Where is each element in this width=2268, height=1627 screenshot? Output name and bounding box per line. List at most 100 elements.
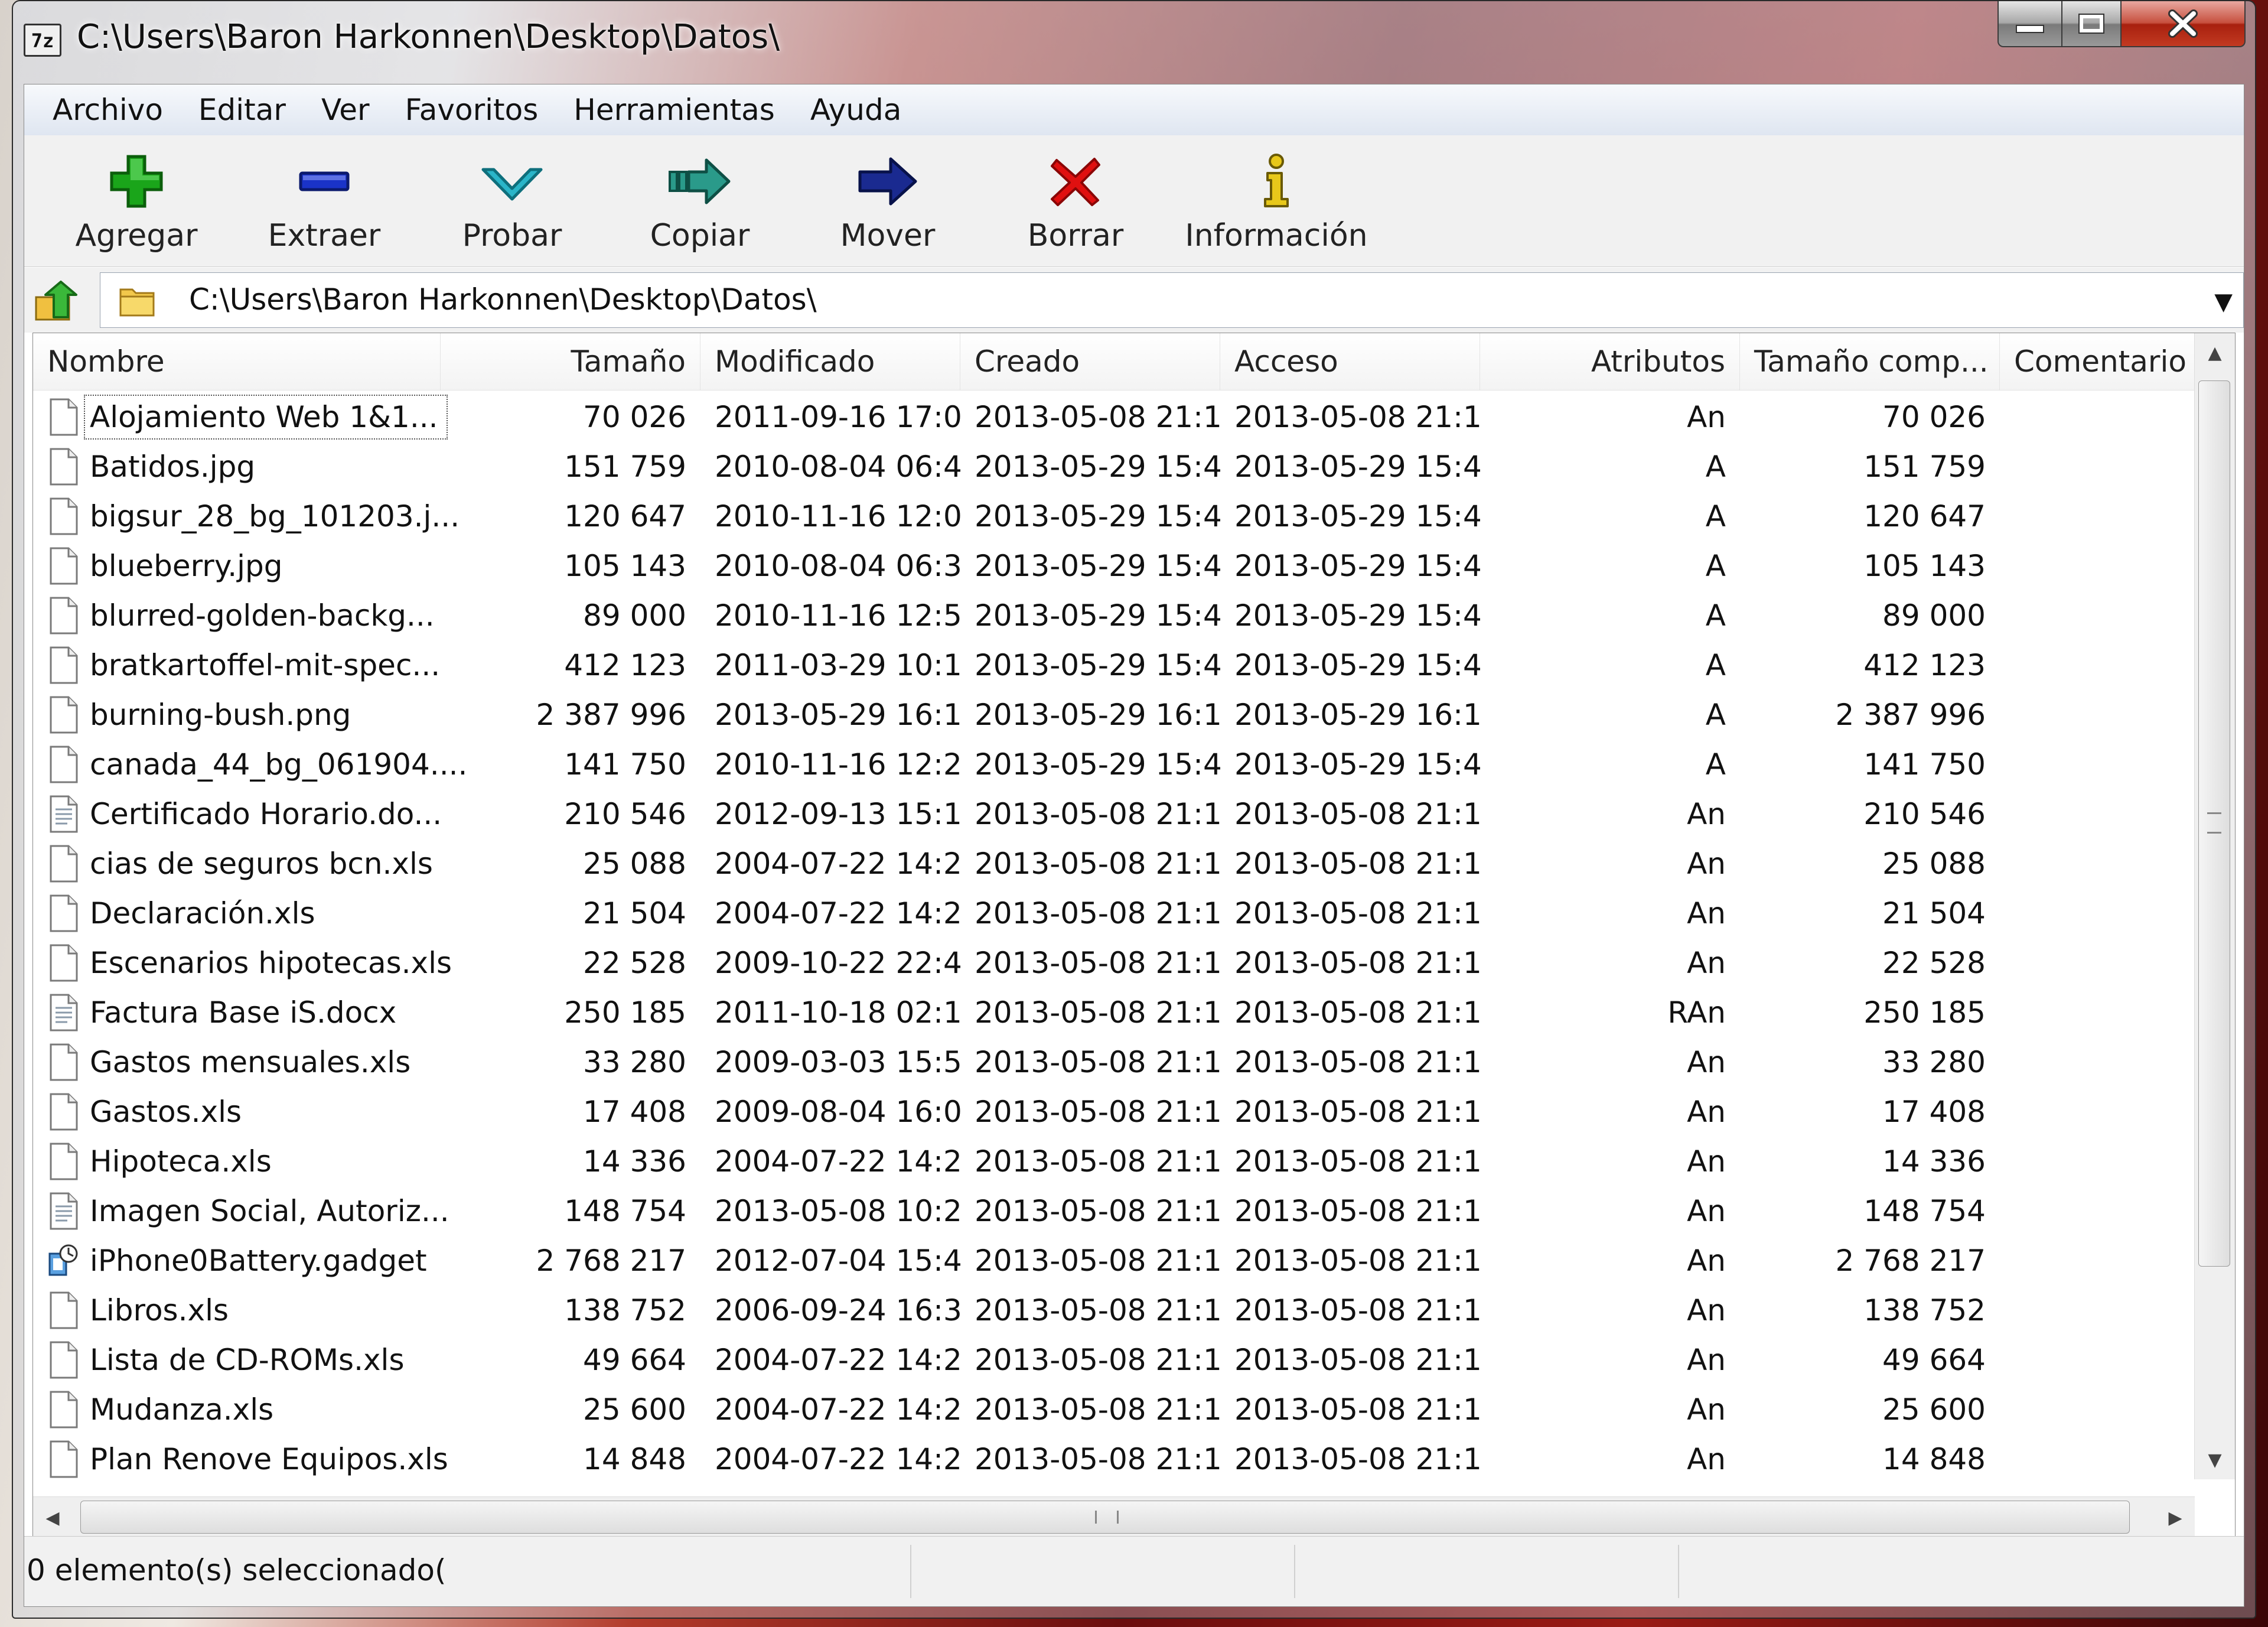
cell-modified: 2011-03-29 10:17	[715, 648, 960, 682]
cell-modified: 2012-07-04 15:49	[715, 1244, 960, 1278]
file-row[interactable]: Factura Base iS.docx 250 185 2011-10-18 02…	[33, 988, 2195, 1037]
cell-packed-size: 250 185	[1863, 995, 1986, 1030]
col-modificado[interactable]: Modificado	[700, 333, 960, 390]
info-button[interactable]: Información	[1170, 146, 1383, 264]
cell-packed-size: 70 026	[1882, 400, 1986, 434]
file-row[interactable]: Escenarios hipotecas.xls 22 528 2009-10-22…	[33, 938, 2195, 988]
extract-button[interactable]: Extraer	[236, 146, 413, 264]
delete-button[interactable]: Borrar	[987, 146, 1164, 264]
menu-favoritos[interactable]: Favoritos	[387, 93, 556, 127]
minimize-button[interactable]	[1997, 1, 2062, 47]
scroll-left-icon[interactable]: ◀	[33, 1497, 72, 1538]
file-row[interactable]: Hipoteca.xls 14 336 2004-07-22 14:24 2013-0…	[33, 1137, 2195, 1186]
cell-attributes: RAn	[1667, 995, 1726, 1030]
file-row[interactable]: Lista de CD-ROMs.xls 49 664 2004-07-22 14:…	[33, 1335, 2195, 1385]
file-icon	[50, 448, 78, 486]
menu-ver[interactable]: Ver	[304, 93, 387, 127]
cell-packed-size: 14 336	[1882, 1144, 1986, 1179]
cell-accessed: 2013-05-08 21:14	[1234, 1045, 1480, 1079]
path-dropdown-icon[interactable]: ▼	[2214, 288, 2233, 315]
cell-packed-size: 17 408	[1882, 1095, 1986, 1129]
file-row[interactable]: Mudanza.xls 25 600 2004-07-22 14:24 2013-05…	[33, 1385, 2195, 1434]
cell-size: 151 759	[564, 450, 686, 484]
cell-attributes: An	[1687, 797, 1726, 831]
add-button[interactable]: Agregar	[48, 146, 225, 264]
cell-name: blueberry.jpg	[90, 549, 283, 583]
delete-x-icon	[1051, 158, 1100, 206]
file-row[interactable]: Certificado Horario.do... 210 546 2012-09-…	[33, 789, 2195, 839]
cell-modified: 2004-07-22 14:24	[715, 896, 960, 930]
file-row[interactable]: Plan Renove Equipos.xls 14 848 2004-07-22 …	[33, 1434, 2195, 1484]
cell-created: 2013-05-08 21:14	[975, 1144, 1220, 1179]
cell-name: Factura Base iS.docx	[90, 995, 397, 1030]
cell-created: 2013-05-08 21:14	[975, 1343, 1220, 1377]
path-text: C:\Users\Baron Harkonnen\Desktop\Datos\	[189, 282, 817, 317]
col-atributos[interactable]: Atributos	[1480, 333, 1740, 390]
file-icon	[50, 398, 78, 436]
cell-packed-size: 105 143	[1863, 549, 1986, 583]
move-button[interactable]: Mover	[799, 146, 976, 264]
file-row[interactable]: blurred-golden-backg... 89 000 2010-11-16 …	[33, 591, 2195, 640]
menu-editar[interactable]: Editar	[181, 93, 304, 127]
cell-created: 2013-05-08 21:14	[975, 1442, 1220, 1476]
col-tamano-comp[interactable]: Tamaño comp...	[1740, 333, 2000, 390]
file-row[interactable]: Declaración.xls 21 504 2004-07-22 14:24 201…	[33, 889, 2195, 938]
toolbar: Agregar Extraer Probar Copiar Mover Borr…	[24, 135, 2244, 267]
up-folder-button[interactable]	[32, 278, 80, 323]
copy-button[interactable]: Copiar	[611, 146, 788, 264]
file-row[interactable]: bratkartoffel-mit-spec... 412 123 2011-03-…	[33, 640, 2195, 690]
app-icon[interactable]: 7z	[24, 24, 61, 57]
file-row[interactable]: Alojamiento Web 1&1... 70 026 2011-09-16 1…	[33, 392, 2195, 442]
path-input[interactable]: C:\Users\Baron Harkonnen\Desktop\Datos\ …	[100, 272, 2244, 328]
col-nombre[interactable]: Nombre	[33, 333, 441, 390]
minimize-icon	[2016, 25, 2044, 33]
file-row[interactable]: Gastos mensuales.xls 33 280 2009-03-03 15:…	[33, 1037, 2195, 1087]
cell-attributes: An	[1687, 1045, 1726, 1079]
scroll-up-icon[interactable]: ▲	[2195, 333, 2235, 372]
cell-accessed: 2013-05-29 15:44	[1234, 549, 1480, 583]
maximize-button[interactable]	[2062, 1, 2122, 47]
file-row[interactable]: burning-bush.png 2 387 996 2013-05-29 16:1…	[33, 690, 2195, 740]
file-row[interactable]: bigsur_28_bg_101203.j... 120 647 2010-11-1…	[33, 492, 2195, 541]
cell-created: 2013-05-29 15:44	[975, 747, 1220, 782]
col-creado[interactable]: Creado	[960, 333, 1220, 390]
up-folder-icon	[35, 281, 77, 321]
col-acceso[interactable]: Acceso	[1220, 333, 1480, 390]
vertical-scroll-thumb[interactable]	[2198, 380, 2230, 1267]
file-row[interactable]: blueberry.jpg 105 143 2010-08-04 06:39 2013…	[33, 541, 2195, 591]
file-icon	[50, 696, 78, 734]
file-row[interactable]: Imagen Social, Autoriz... 148 754 2013-05-…	[33, 1186, 2195, 1236]
file-icon	[50, 1291, 78, 1329]
cell-modified: 2004-07-22 14:24	[715, 1343, 960, 1377]
cell-modified: 2004-07-22 14:24	[715, 1392, 960, 1427]
file-row[interactable]: canada_44_bg_061904.... 141 750 2010-11-16…	[33, 740, 2195, 789]
file-row[interactable]: Batidos.jpg 151 759 2010-08-04 06:44 2013-0…	[33, 442, 2195, 492]
title-bar[interactable]: 7z C:\Users\Baron Harkonnen\Desktop\Dato…	[13, 1, 2255, 84]
document-icon	[50, 1192, 78, 1230]
file-row[interactable]: cias de seguros bcn.xls 25 088 2004-07-22 …	[33, 839, 2195, 889]
file-row[interactable]: iPhone0Battery.gadget 2 768 217 2012-07-04…	[33, 1236, 2195, 1286]
col-tamano[interactable]: Tamaño	[441, 333, 700, 390]
cell-name: Declaración.xls	[90, 896, 315, 930]
cell-created: 2013-05-29 15:44	[975, 598, 1220, 633]
cell-accessed: 2013-05-29 15:44	[1234, 499, 1480, 533]
move-arrow-icon	[858, 157, 917, 206]
menu-herramientas[interactable]: Herramientas	[556, 93, 793, 127]
cell-accessed: 2013-05-29 15:44	[1234, 747, 1480, 782]
menu-archivo[interactable]: Archivo	[24, 93, 181, 127]
close-button[interactable]	[2122, 1, 2246, 47]
test-button[interactable]: Probar	[423, 146, 601, 264]
horizontal-scroll-thumb[interactable]	[80, 1501, 2130, 1534]
vertical-scrollbar[interactable]: ▲ ▼	[2194, 333, 2235, 1479]
cell-created: 2013-05-08 21:11	[975, 995, 1220, 1030]
cell-packed-size: 148 754	[1863, 1194, 1986, 1228]
scroll-right-icon[interactable]: ▶	[2156, 1497, 2195, 1538]
file-row[interactable]: Libros.xls 138 752 2006-09-24 16:37 2013-05…	[33, 1286, 2195, 1335]
cell-packed-size: 412 123	[1863, 648, 1986, 682]
scroll-down-icon[interactable]: ▼	[2195, 1440, 2235, 1479]
cell-size: 33 280	[583, 1045, 686, 1079]
file-row[interactable]: Gastos.xls 17 408 2009-08-04 16:02 2013-05-…	[33, 1087, 2195, 1137]
horizontal-scrollbar[interactable]: ◀ ▶	[33, 1496, 2195, 1538]
file-icon	[50, 746, 78, 783]
menu-ayuda[interactable]: Ayuda	[793, 93, 919, 127]
